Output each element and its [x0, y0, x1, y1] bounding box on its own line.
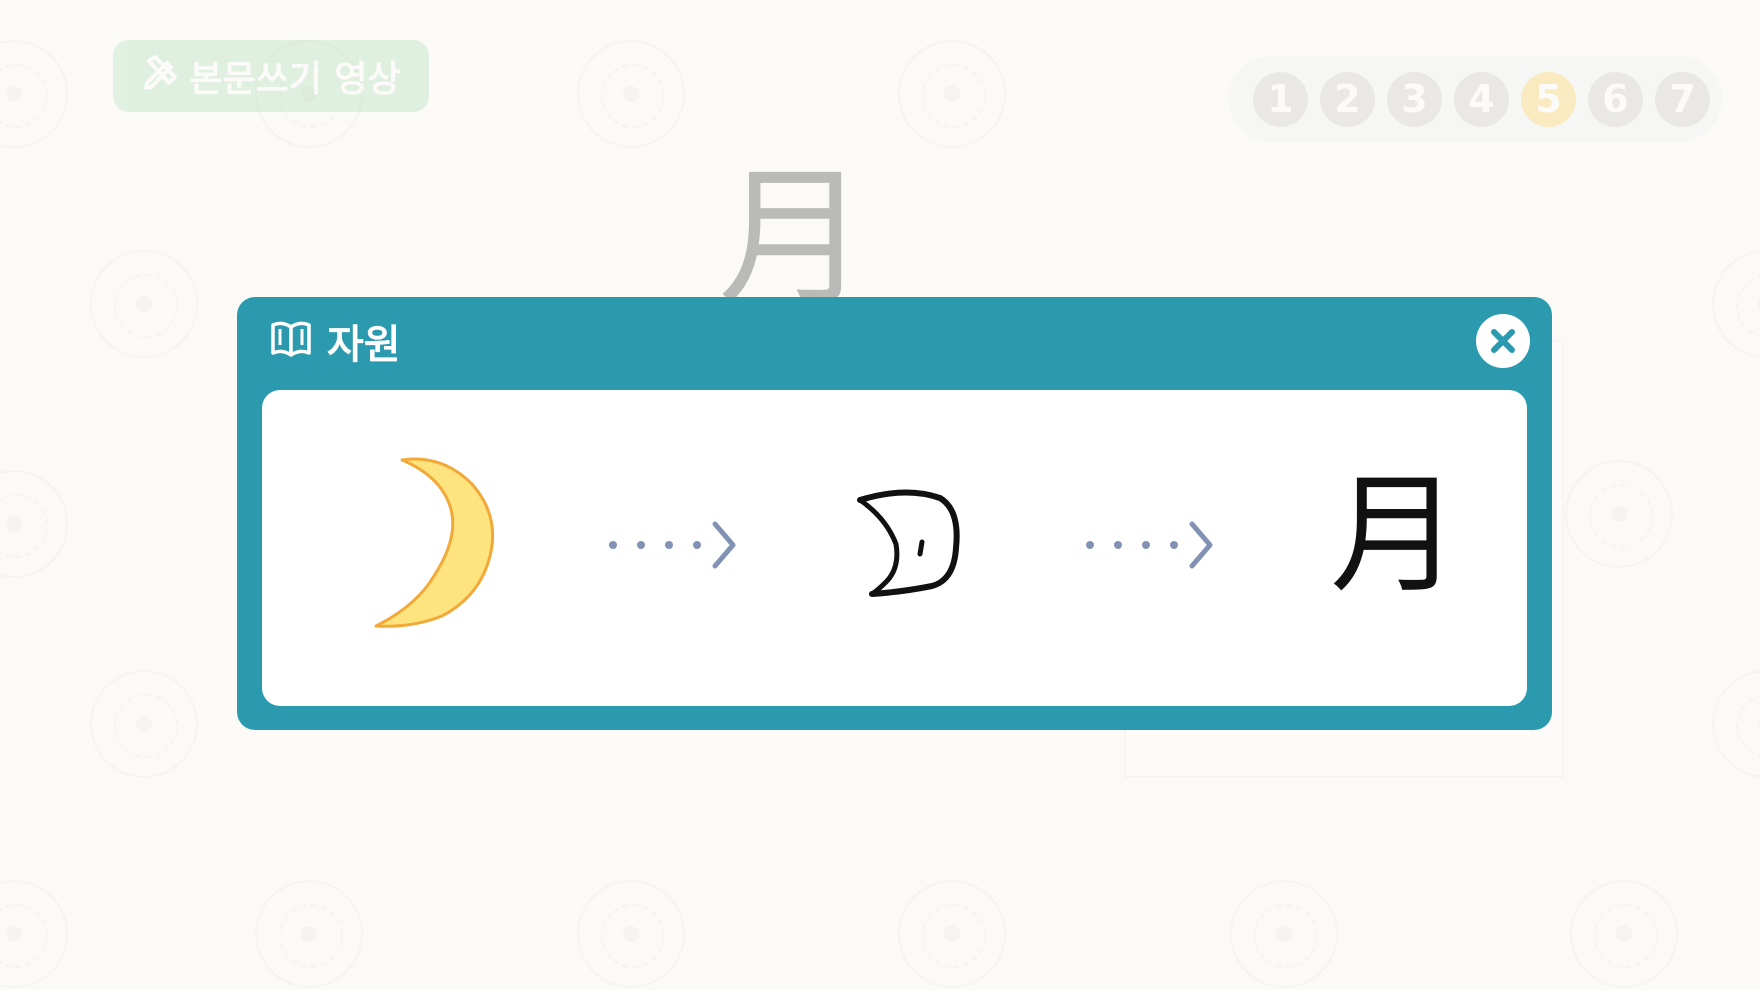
modal-header: 자원 [269, 315, 401, 368]
crescent-moon-icon [374, 457, 495, 628]
step-button-7[interactable]: 7 [1655, 71, 1710, 127]
modern-character: 月 [1330, 459, 1461, 611]
step-button-4[interactable]: 4 [1454, 71, 1509, 127]
writing-video-button[interactable]: 본문쓰기 영상 [113, 40, 429, 112]
dotted-arrow-icon [1086, 521, 1213, 569]
close-button[interactable] [1476, 314, 1530, 368]
step-button-5[interactable]: 5 [1521, 71, 1576, 127]
modal-title: 자원 [327, 322, 401, 368]
origin-modal: 자원 月 [237, 297, 1552, 730]
book-icon [269, 317, 313, 365]
step-button-2[interactable]: 2 [1320, 71, 1375, 127]
main-character: 月 [718, 152, 869, 326]
step-button-6[interactable]: 6 [1588, 71, 1643, 127]
writing-video-label: 본문쓰기 영상 [189, 59, 401, 100]
step-button-3[interactable]: 3 [1387, 71, 1442, 127]
close-icon [1491, 329, 1515, 353]
origin-evolution-panel: 月 [262, 390, 1527, 706]
step-navigation: 1 2 3 4 5 6 7 [1228, 56, 1722, 142]
step-button-1[interactable]: 1 [1253, 71, 1308, 127]
oracle-bone-moon-glyph [857, 489, 960, 597]
dotted-arrow-icon [609, 521, 736, 569]
pencil-ruler-icon [141, 53, 179, 100]
